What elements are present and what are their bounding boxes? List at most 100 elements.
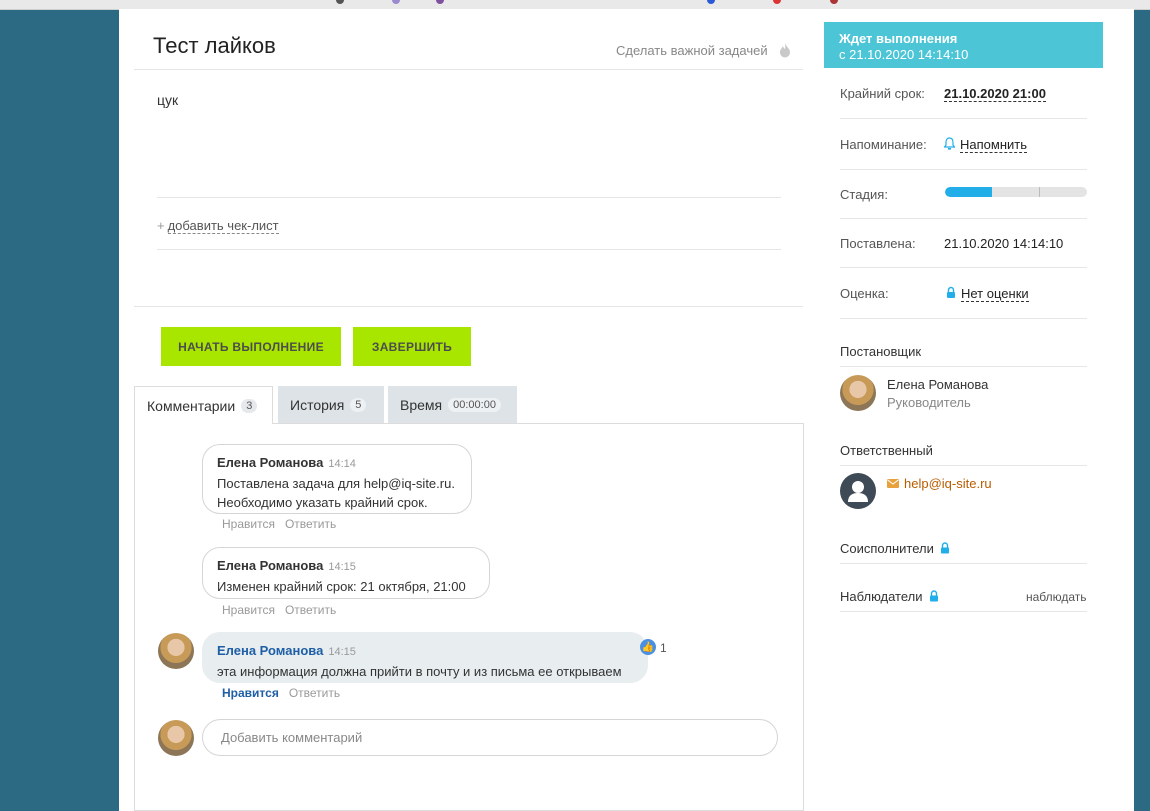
- tab-label: Время: [400, 397, 443, 413]
- responsible-email[interactable]: help@iq-site.ru: [904, 476, 992, 491]
- toolbar-icon: [707, 0, 715, 4]
- remind-link[interactable]: Напомнить: [960, 137, 1027, 153]
- divider: [840, 169, 1087, 170]
- reply-link[interactable]: Ответить: [285, 603, 336, 617]
- add-checklist-link[interactable]: + добавить чек-лист: [157, 218, 279, 234]
- avatar[interactable]: [840, 375, 876, 411]
- divider: [157, 197, 781, 198]
- coexecutors-section-title: Соисполнители: [840, 541, 950, 556]
- reminder-label: Напоминание:: [840, 137, 927, 152]
- thumbs-up-icon[interactable]: 👍: [640, 639, 656, 655]
- user-icon: [848, 481, 868, 502]
- comment-actions: Нравится Ответить: [222, 517, 346, 531]
- comment-line: эта информация должна прийти в почту и и…: [217, 664, 622, 679]
- creator-section-title: Постановщик: [840, 344, 922, 359]
- task-description: цук: [157, 92, 179, 108]
- comment-author[interactable]: Елена Романова: [217, 643, 323, 658]
- tab-label: История: [290, 397, 345, 413]
- responsible-section-title: Ответственный: [840, 443, 933, 458]
- envelope-icon: [887, 479, 899, 488]
- divider: [840, 218, 1087, 219]
- stage-label: Стадия:: [840, 187, 888, 202]
- stage-progress-fill: [945, 187, 992, 197]
- creator-role: Руководитель: [887, 395, 971, 410]
- comment-author[interactable]: Елена Романова: [217, 558, 323, 573]
- plus-icon: +: [157, 218, 165, 233]
- comment-time: 14:15: [328, 646, 356, 658]
- rating-label: Оценка:: [840, 286, 889, 301]
- lock-icon[interactable]: [940, 542, 950, 554]
- toolbar-icon: [830, 0, 838, 4]
- toolbar-icon: [773, 0, 781, 4]
- reply-link[interactable]: Ответить: [289, 686, 340, 700]
- flame-icon[interactable]: [779, 42, 791, 58]
- divider: [157, 249, 781, 250]
- reply-link[interactable]: Ответить: [285, 517, 336, 531]
- rating-value[interactable]: Нет оценки: [961, 286, 1029, 302]
- avatar[interactable]: [158, 633, 194, 669]
- add-comment-input[interactable]: Добавить комментарий: [202, 719, 778, 756]
- deadline-value[interactable]: 21.10.2020 21:00: [944, 86, 1046, 102]
- finish-task-button[interactable]: ЗАВЕРШИТЬ: [353, 327, 471, 366]
- stage-progress-bar[interactable]: [945, 187, 1087, 197]
- divider: [840, 366, 1087, 367]
- coexecutors-label: Соисполнители: [840, 541, 934, 556]
- deadline-date[interactable]: 21.10.2020 21:00: [944, 86, 1046, 102]
- tab-label: Комментарии: [147, 397, 236, 414]
- rating-link[interactable]: Нет оценки: [961, 286, 1029, 302]
- divider: [840, 118, 1087, 119]
- comment-line: Необходимо указать крайний срок.: [217, 495, 428, 510]
- divider: [134, 69, 803, 70]
- divider: [840, 267, 1087, 268]
- make-important-link[interactable]: Сделать важной задачей: [616, 43, 768, 58]
- tab-comments[interactable]: Комментарии 3: [134, 386, 273, 424]
- toolbar-icon: [436, 0, 444, 4]
- tab-time[interactable]: Время 00:00:00: [388, 386, 517, 424]
- toolbar-icon: [336, 0, 344, 4]
- bell-icon[interactable]: [944, 137, 955, 150]
- add-checklist-label: добавить чек-лист: [167, 218, 279, 234]
- comment-author[interactable]: Елена Романова: [217, 455, 323, 470]
- observers-section-title: Наблюдатели: [840, 589, 939, 604]
- tab-count-badge: 3: [241, 398, 258, 413]
- task-title: Тест лайков: [153, 33, 276, 58]
- tab-count-badge: 00:00:00: [448, 398, 501, 412]
- comment-line: Изменен крайний срок: 21 октября, 21:00: [217, 579, 466, 594]
- comment-time: 14:14: [328, 458, 356, 470]
- status-title: Ждет выполнения: [839, 31, 958, 46]
- reminder-value[interactable]: Напомнить: [960, 137, 1027, 153]
- lock-icon: [947, 286, 955, 298]
- divider: [840, 611, 1087, 612]
- observers-label: Наблюдатели: [840, 589, 923, 604]
- lock-icon[interactable]: [929, 590, 939, 602]
- comment-actions: Нравится Ответить: [222, 603, 346, 617]
- created-value: 21.10.2020 14:14:10: [944, 236, 1064, 251]
- status-badge: Ждет выполнения с 21.10.2020 14:14:10: [824, 22, 1103, 68]
- comment-bubble: Елена Романова 14:14 Поставлена задача дл…: [202, 444, 472, 514]
- start-task-button[interactable]: НАЧАТЬ ВЫПОЛНЕНИЕ: [161, 327, 341, 366]
- like-link[interactable]: Нравится: [222, 603, 275, 617]
- stage-separator: [1039, 187, 1040, 197]
- toolbar-icon: [392, 0, 400, 4]
- like-link[interactable]: Нравится: [222, 686, 279, 700]
- user-placeholder-avatar[interactable]: [840, 473, 876, 509]
- like-count[interactable]: 1: [660, 641, 667, 655]
- comment-actions: Нравится Ответить: [222, 686, 350, 700]
- avatar: [158, 720, 194, 756]
- watch-link[interactable]: наблюдать: [1026, 590, 1087, 604]
- created-label: Поставлена:: [840, 236, 916, 251]
- status-since: с 21.10.2020 14:14:10: [839, 47, 969, 62]
- divider: [840, 318, 1087, 319]
- deadline-label: Крайний срок:: [840, 86, 925, 101]
- comment-text: Поставлена задача для help@iq-site.ru. Н…: [217, 474, 457, 512]
- comment-line: Поставлена задача для help@iq-site.ru.: [217, 476, 455, 491]
- comment-time: 14:15: [328, 561, 356, 573]
- comment-bubble: Елена Романова 14:15 Изменен крайний срок…: [202, 547, 490, 599]
- divider: [134, 306, 803, 307]
- tab-history[interactable]: История 5: [278, 386, 384, 424]
- divider: [840, 465, 1087, 466]
- creator-name[interactable]: Елена Романова: [887, 377, 988, 392]
- tab-count-badge: 5: [350, 398, 367, 412]
- divider: [840, 563, 1087, 564]
- like-link[interactable]: Нравится: [222, 517, 275, 531]
